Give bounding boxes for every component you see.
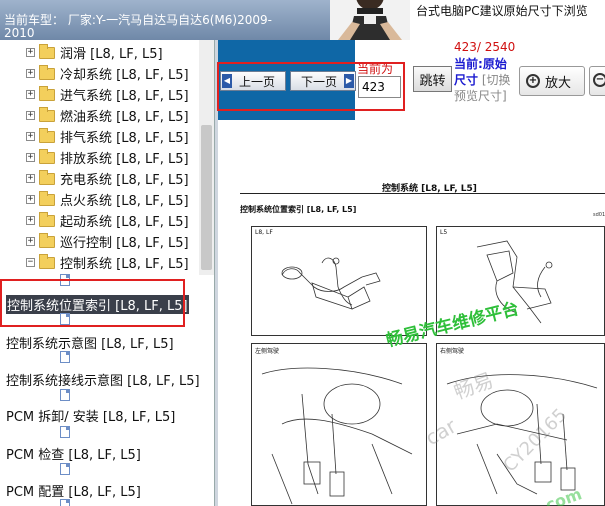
arrow-right-icon: ▶ — [344, 74, 354, 88]
tree-scrollbar[interactable] — [199, 40, 214, 275]
expand-icon[interactable]: + — [26, 48, 35, 57]
page-icon — [60, 499, 70, 506]
tree-folder-intake[interactable]: + 进气系统 [L8, LF, L5] — [26, 84, 189, 105]
tree-folder-label: 燃油系统 [L8, LF, L5] — [60, 110, 189, 125]
zoom-out-button[interactable]: − — [589, 66, 605, 96]
tree-folder-label: 控制系统 [L8, LF, L5] — [60, 257, 189, 272]
banner-text: 台式电脑PC建议原始尺寸下浏览 — [416, 4, 588, 18]
tree-doc-location-index[interactable]: 控制系统位置索引 [L8, LF, L5] — [6, 295, 189, 314]
zoom-in-label: 放大 — [545, 75, 572, 91]
diagram-panel-l8-lf: L8, LF — [251, 226, 427, 336]
info-prefix: 当前: — [454, 57, 483, 71]
arrow-left-icon: ◀ — [222, 74, 232, 88]
zoom-out-icon: − — [593, 73, 605, 87]
doc-title-rule — [240, 193, 605, 194]
tree-folder-starting[interactable]: + 起动系统 [L8, LF, L5] — [26, 210, 189, 231]
tree-folder-label: 排气系统 [L8, LF, L5] — [60, 131, 189, 146]
tree-folder-charging[interactable]: + 充电系统 [L8, LF, L5] — [26, 168, 189, 189]
tree-folder-cruise[interactable]: + 巡行控制 [L8, LF, L5] — [26, 231, 189, 252]
person-icon — [330, 0, 410, 40]
expand-icon[interactable]: + — [26, 216, 35, 225]
tree-folder-label: 起动系统 [L8, LF, L5] — [60, 215, 189, 230]
doc-subtitle: 控制系统位置索引 [L8, LF, L5] — [240, 205, 357, 214]
tree-doc-pcm-inspection[interactable]: PCM 检查 [L8, LF, L5] — [6, 444, 141, 463]
folder-icon — [39, 85, 55, 101]
category-tree: + 润滑 [L8, LF, L5] + 冷却系统 [L8, LF, L5] + … — [0, 40, 214, 506]
size-mode-info: 当前:原始尺寸 [切换预览尺寸] — [454, 56, 516, 104]
prev-page-label: 上一页 — [238, 74, 275, 89]
page-number-input[interactable] — [358, 76, 401, 98]
folder-icon — [39, 211, 55, 227]
page-icon — [60, 313, 70, 325]
folder-icon — [39, 106, 55, 122]
page-icon — [60, 426, 70, 438]
tree-folder-emission[interactable]: + 排放系统 [L8, LF, L5] — [26, 147, 189, 168]
title-bar: 当前车型： 厂家:Y-一汽马自达马自达6(M6)2009- 2010 — [0, 0, 330, 40]
tree-folder-label: 进气系统 [L8, LF, L5] — [60, 89, 189, 104]
folder-icon — [39, 127, 55, 143]
folder-icon — [39, 169, 55, 185]
page-icon — [60, 351, 70, 363]
page-count: 423/ 2540 — [454, 40, 516, 54]
tree-folder-control[interactable]: − 控制系统 [L8, LF, L5] — [26, 252, 189, 273]
folder-open-icon — [39, 253, 55, 269]
tree-folder-lubrication[interactable]: + 润滑 [L8, LF, L5] — [26, 42, 163, 63]
expand-icon[interactable]: + — [26, 174, 35, 183]
tree-doc-wiring[interactable]: 控制系统接线示意图 [L8, LF, L5] — [6, 370, 200, 389]
next-page-label: 下一页 — [300, 74, 337, 89]
exhaust-sensor-diagram-icon — [476, 240, 553, 324]
current-page-label: 当前为 — [357, 62, 394, 76]
page-icon — [60, 274, 70, 286]
expand-icon[interactable]: + — [26, 237, 35, 246]
jump-button[interactable]: 跳转 — [413, 66, 452, 92]
tree-folder-label: 冷却系统 [L8, LF, L5] — [60, 68, 189, 83]
prev-page-button[interactable]: ◀ 上一页 — [220, 71, 286, 91]
diagram-panel-lhd: 左侧驾驶 — [251, 343, 427, 506]
expand-icon[interactable]: + — [26, 132, 35, 141]
folder-icon — [39, 190, 55, 206]
page-icon — [60, 463, 70, 475]
current-model-line1: 当前车型： 厂家:Y-一汽马自达马自达6(M6)2009- — [4, 13, 272, 27]
catalytic-converter-diagram-icon — [281, 257, 381, 310]
tree-folder-label: 润滑 [L8, LF, L5] — [60, 47, 163, 62]
expand-icon[interactable]: + — [26, 111, 35, 120]
folder-icon — [39, 64, 55, 80]
expand-icon[interactable]: + — [26, 153, 35, 162]
pedal-assembly-diagram-icon — [261, 367, 413, 505]
diagram-panel-rhd: 右侧驾驶 — [436, 343, 605, 506]
expand-icon[interactable]: + — [26, 90, 35, 99]
tree-folder-label: 点火系统 [L8, LF, L5] — [60, 194, 189, 209]
folder-icon — [39, 148, 55, 164]
expand-icon[interactable]: + — [26, 195, 35, 204]
tree-doc-pcm-removal[interactable]: PCM 拆卸/ 安装 [L8, LF, L5] — [6, 406, 175, 425]
page-nav-panel: ◀ 上一页 下一页 ▶ — [218, 40, 356, 120]
browse-tip-banner: 台式电脑PC建议原始尺寸下浏览 — [410, 0, 605, 40]
tree-folder-cooling[interactable]: + 冷却系统 [L8, LF, L5] — [26, 63, 189, 84]
tree-folder-exhaust[interactable]: + 排气系统 [L8, LF, L5] — [26, 126, 189, 147]
tree-folder-label: 巡行控制 [L8, LF, L5] — [60, 236, 189, 251]
page-icon — [60, 389, 70, 401]
tree-folder-label: 排放系统 [L8, LF, L5] — [60, 152, 189, 167]
tree-folder-label: 充电系统 [L8, LF, L5] — [60, 173, 189, 188]
tree-folder-fuel[interactable]: + 燃油系统 [L8, LF, L5] — [26, 105, 189, 126]
folder-icon — [39, 43, 55, 59]
tree-scrollbar-thumb[interactable] — [201, 125, 212, 270]
folder-icon — [39, 232, 55, 248]
tree-doc-schematic[interactable]: 控制系统示意图 [L8, LF, L5] — [6, 333, 174, 352]
tree-folder-ignition[interactable]: + 点火系统 [L8, LF, L5] — [26, 189, 189, 210]
collapse-icon[interactable]: − — [26, 258, 35, 267]
pedal-assembly-rhd-diagram-icon — [446, 374, 598, 495]
zoom-in-icon: + — [526, 74, 540, 88]
diagram-panel-l5: L5 — [436, 226, 605, 336]
doc-figure-code: sd014 — [593, 212, 605, 218]
expand-icon[interactable]: + — [26, 69, 35, 78]
current-model-line2: 2010 — [4, 27, 35, 40]
tree-doc-pcm-config[interactable]: PCM 配置 [L8, LF, L5] — [6, 481, 141, 500]
next-page-button[interactable]: 下一页 ▶ — [290, 71, 356, 91]
zoom-in-button[interactable]: + 放大 — [519, 66, 585, 96]
